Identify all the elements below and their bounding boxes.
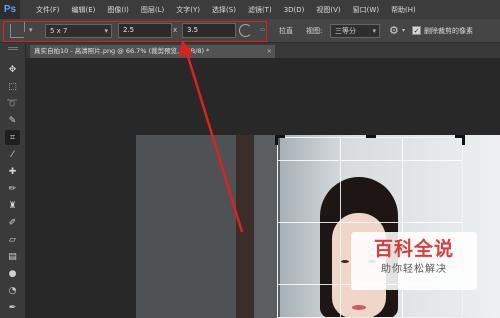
menu-3d[interactable]: 3D(D) (278, 6, 311, 14)
lasso-icon[interactable]: ➰ (5, 96, 20, 111)
crop-corner-handle[interactable] (462, 135, 465, 145)
delete-cropped-pixels-label: 删除裁剪的像素 (424, 27, 473, 35)
menu-type[interactable]: 文字(Y) (170, 5, 206, 15)
options-bar: ▾ 5 x 7 ▾ 2.5 x 3.5 ▭ 拉直 视图: 三等分 ▾ ⚙ ▾ ✓… (0, 19, 500, 43)
grid-line-horizontal (278, 160, 462, 161)
close-icon[interactable]: × (267, 45, 272, 58)
menu-help[interactable]: 帮助(H) (385, 5, 422, 15)
grid-line-vertical (340, 138, 341, 317)
history-brush-icon[interactable]: ✐ (5, 215, 20, 230)
document-title: 真实自拍10 - 高清照片.png @ 66.7% (裁剪预览, RGB/8) … (34, 47, 210, 55)
menu-bar: Ps 文件(F) 编辑(E) 图像(I) 图层(L) 文字(Y) 选择(S) 滤… (0, 0, 500, 19)
menu-image[interactable]: 图像(I) (101, 5, 135, 15)
pen-icon[interactable]: ✒ (5, 300, 20, 315)
view-value: 三等分 (335, 27, 356, 35)
crop-corner-handle[interactable] (275, 135, 278, 145)
chevron-down-icon: ▾ (372, 27, 376, 35)
menu-edit[interactable]: 编辑(E) (66, 5, 102, 15)
grid-line-vertical (402, 138, 403, 317)
chevron-down-icon[interactable]: ▾ (402, 27, 405, 34)
photo-wall (136, 135, 236, 318)
healing-brush-icon[interactable]: ✚ (5, 164, 20, 179)
brush-icon[interactable]: ✏ (5, 181, 20, 196)
tools-panel: ✥ ⬚ ➰ ✎ ⌗ ⁄ ✚ ✏ ♜ ✐ ▱ ▤ ● ◔ ✒ (0, 43, 26, 318)
highlight-box (3, 21, 267, 42)
menu-file[interactable]: 文件(F) (30, 5, 66, 15)
crop-box[interactable] (275, 135, 465, 318)
photo-door-frame (236, 135, 254, 318)
eyedropper-icon[interactable]: ⁄ (5, 147, 20, 162)
blur-icon[interactable]: ● (5, 266, 20, 281)
menu-layer[interactable]: 图层(L) (135, 5, 170, 15)
crop-edge-handle[interactable] (366, 135, 376, 138)
menu-window[interactable]: 窗口(W) (347, 5, 385, 15)
marquee-icon[interactable]: ⬚ (5, 79, 20, 94)
crop-icon[interactable]: ⌗ (5, 130, 20, 145)
document-tab-bar: 真实自拍10 - 高清照片.png @ 66.7% (裁剪预览, RGB/8) … (26, 43, 500, 58)
clone-stamp-icon[interactable]: ♜ (5, 198, 20, 213)
watermark-subtitle: 助你轻松解决 (381, 264, 447, 275)
eraser-icon[interactable]: ▱ (5, 232, 20, 247)
straighten-label[interactable]: 拉直 (279, 26, 293, 36)
move-icon[interactable]: ✥ (5, 62, 20, 77)
delete-cropped-pixels-checkbox[interactable]: ✓ (412, 26, 421, 35)
grid-line-horizontal (278, 222, 462, 223)
watermark: 百科全说 助你轻松解决 (351, 232, 477, 290)
menu-select[interactable]: 选择(S) (206, 5, 242, 15)
photoshop-logo[interactable]: Ps (0, 0, 20, 19)
view-label: 视图: (306, 27, 323, 35)
quick-select-icon[interactable]: ✎ (5, 113, 20, 128)
menu-view[interactable]: 视图(V) (310, 5, 346, 15)
panel-grip[interactable] (8, 47, 18, 50)
watermark-title: 百科全说 (373, 238, 454, 260)
menu-filter[interactable]: 滤镜(T) (242, 5, 278, 15)
dodge-icon[interactable]: ◔ (5, 283, 20, 298)
straighten-icon[interactable]: ▭ (260, 27, 272, 36)
gear-icon[interactable]: ⚙ (389, 24, 399, 37)
document-tab[interactable]: 真实自拍10 - 高清照片.png @ 66.7% (裁剪预览, RGB/8) … (30, 45, 275, 58)
overlay-view-select[interactable]: 三等分 ▾ (330, 24, 380, 38)
gradient-icon[interactable]: ▤ (5, 249, 20, 264)
